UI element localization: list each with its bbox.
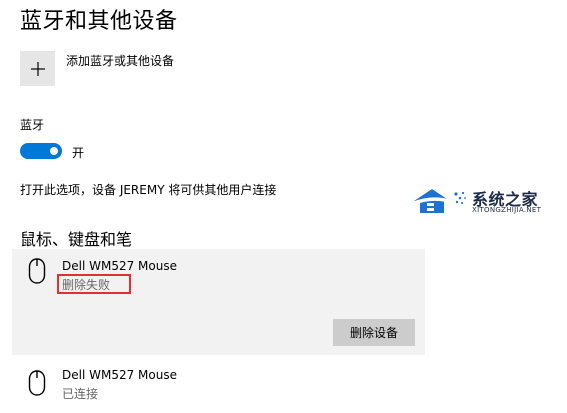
discoverable-text: 打开此选项，设备 JEREMY 将可供其他用户连接 <box>20 183 277 197</box>
watermark: 系统之家 XITONGZHIJIA.NET <box>410 184 560 220</box>
device-status: 已连接 <box>62 387 99 401</box>
bluetooth-label: 蓝牙 <box>20 118 45 132</box>
bluetooth-toggle[interactable] <box>20 143 62 159</box>
section-title-peripherals: 鼠标、键盘和笔 <box>20 230 133 249</box>
page-title: 蓝牙和其他设备 <box>20 9 178 34</box>
watermark-url: XITONGZHIJIA.NET <box>472 206 542 214</box>
toggle-knob <box>50 147 58 155</box>
status-highlight-box <box>57 274 131 294</box>
add-device-label[interactable]: 添加蓝牙或其他设备 <box>66 52 174 69</box>
add-device-button[interactable] <box>20 51 55 86</box>
remove-device-button[interactable]: 删除设备 <box>333 319 415 346</box>
mouse-icon <box>28 370 46 396</box>
device-name: Dell WM527 Mouse <box>62 259 177 273</box>
device-name: Dell WM527 Mouse <box>62 368 177 382</box>
plus-icon <box>30 61 45 76</box>
mouse-icon <box>28 258 46 284</box>
watermark-logo-icon <box>412 189 466 213</box>
bluetooth-toggle-state: 开 <box>72 146 85 160</box>
